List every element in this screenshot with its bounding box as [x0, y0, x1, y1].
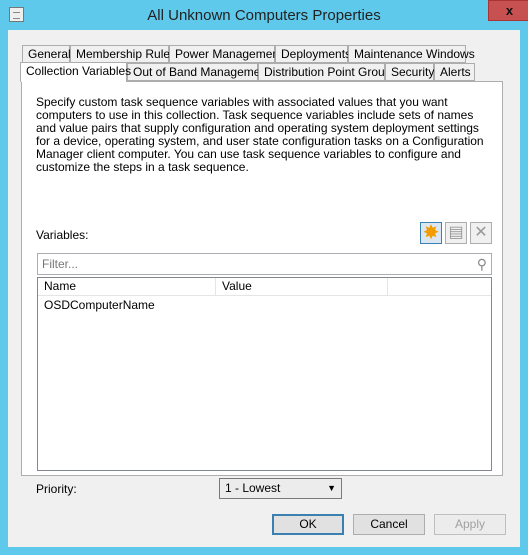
description-text: Specify custom task sequence variables w… — [36, 95, 484, 174]
tab-distribution-point-groups[interactable]: Distribution Point Groups — [258, 63, 397, 81]
tab-collection-variables[interactable]: Collection Variables — [20, 62, 131, 82]
window-title: All Unknown Computers Properties — [147, 7, 381, 24]
tab-deployments[interactable]: Deployments — [275, 45, 351, 63]
delete-x-icon: ✕ — [474, 224, 488, 241]
variables-label: Variables: — [36, 228, 89, 242]
cancel-button[interactable]: Cancel — [353, 514, 425, 535]
tab-power-management[interactable]: Power Management — [169, 45, 282, 63]
ok-button[interactable]: OK — [272, 514, 344, 535]
priority-label: Priority: — [36, 482, 77, 496]
column-header-empty — [388, 278, 492, 295]
list-header: Name Value — [38, 278, 491, 296]
properties-button[interactable]: ▤ — [445, 222, 467, 244]
tab-general[interactable]: General — [22, 45, 71, 63]
tab-out-of-band-management[interactable]: Out of Band Management — [127, 63, 270, 81]
column-header-name[interactable]: Name — [38, 278, 216, 295]
search-icon: ⚲ — [476, 256, 487, 272]
apply-button[interactable]: Apply — [434, 514, 506, 535]
list-item[interactable]: OSDComputerName — [38, 297, 491, 315]
tab-alerts[interactable]: Alerts — [434, 63, 475, 81]
delete-button[interactable]: ✕ — [470, 222, 492, 244]
add-variable-button[interactable]: ✸ — [420, 222, 442, 244]
filter-input[interactable]: Filter... ⚲ — [37, 253, 492, 275]
priority-select[interactable]: 1 - Lowest ▼ — [219, 478, 342, 499]
chevron-down-icon: ▼ — [327, 483, 336, 493]
close-button[interactable]: x — [488, 0, 528, 21]
properties-icon: ▤ — [448, 224, 464, 241]
tab-security[interactable]: Security — [385, 63, 434, 81]
column-header-value[interactable]: Value — [216, 278, 388, 295]
tab-membership-rules[interactable]: Membership Rules — [70, 45, 176, 63]
starburst-icon: ✸ — [422, 222, 440, 244]
tab-maintenance-windows[interactable]: Maintenance Windows — [348, 45, 475, 63]
variables-list[interactable]: Name Value OSDComputerName — [37, 277, 492, 471]
